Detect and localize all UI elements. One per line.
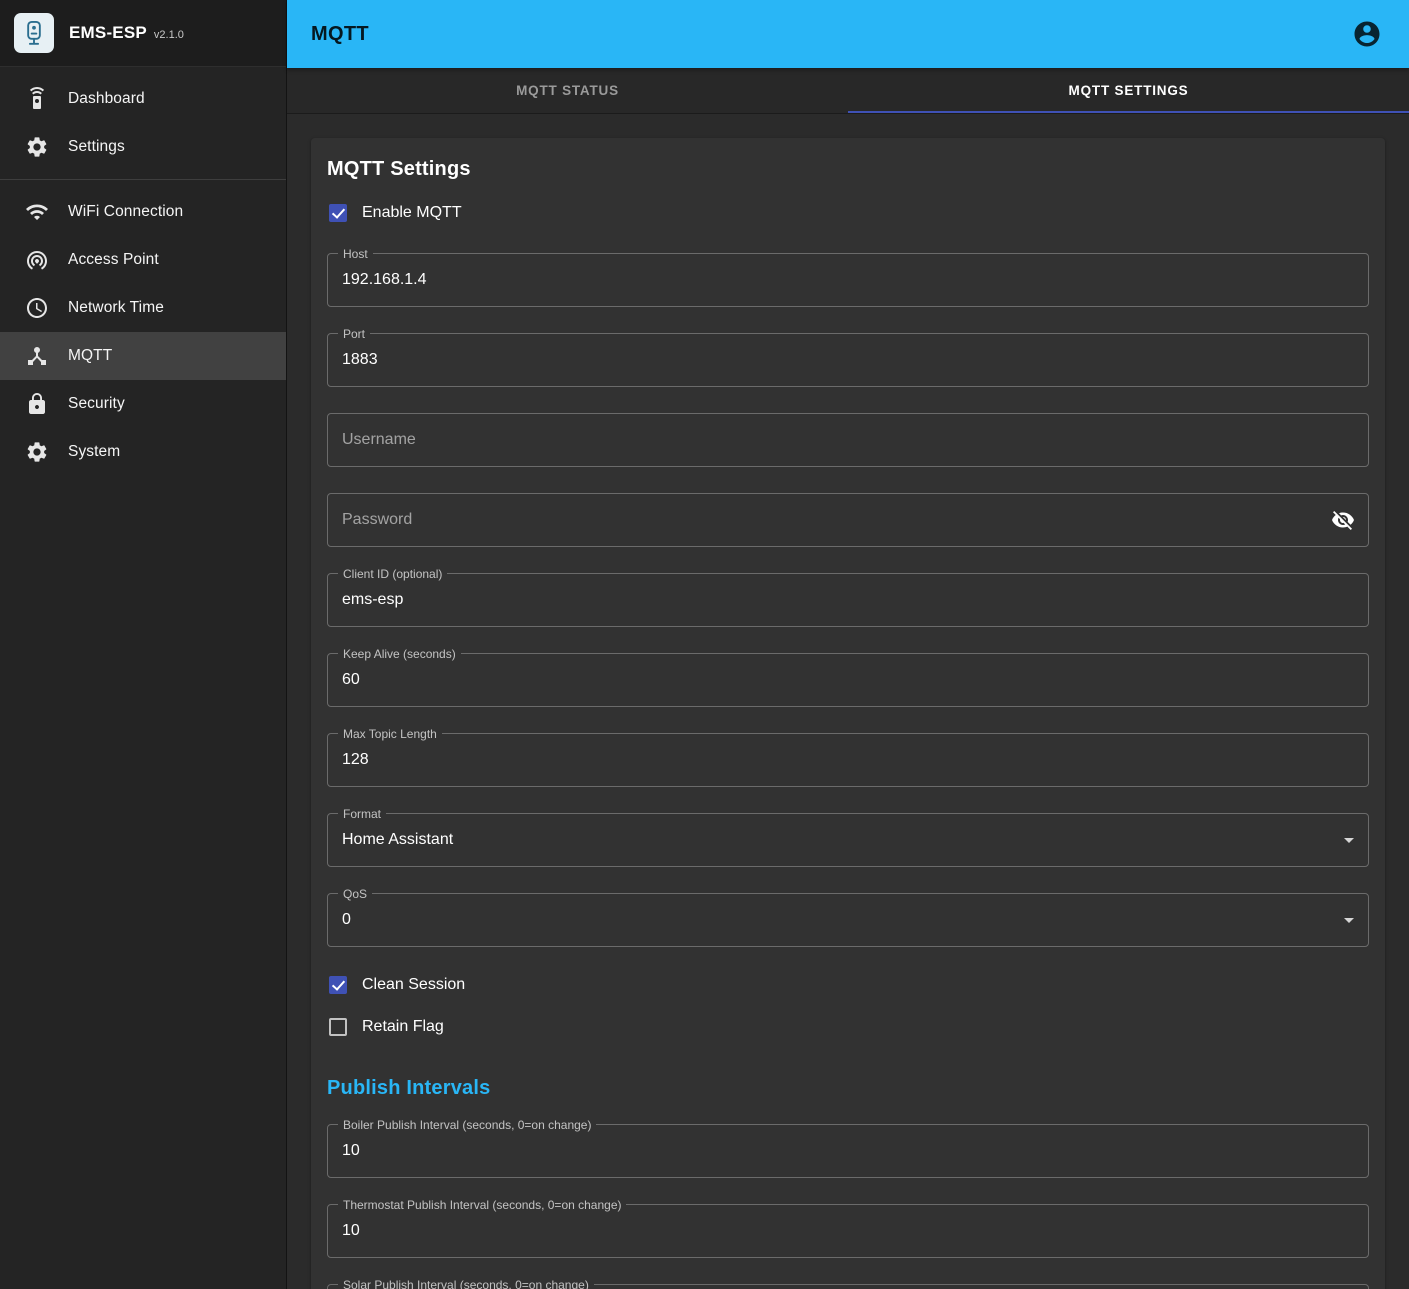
sidebar-item-dashboard[interactable]: Dashboard — [0, 75, 286, 123]
sidebar-item-label: System — [68, 443, 120, 461]
app-logo-icon — [14, 13, 54, 53]
gear-icon — [25, 135, 49, 159]
thermostat-publish-interval-label: Thermostat Publish Interval (seconds, 0=… — [338, 1197, 626, 1213]
device-hub-icon — [25, 344, 49, 368]
clean-session-checkbox[interactable] — [329, 976, 347, 994]
client-id-field-label: Client ID (optional) — [338, 566, 447, 582]
tab-mqtt-settings[interactable]: MQTT SETTINGS — [848, 68, 1409, 113]
port-input[interactable] — [328, 334, 1368, 386]
sidebar-item-security[interactable]: Security — [0, 380, 286, 428]
format-select[interactable]: Format Home Assistant — [327, 813, 1369, 867]
sidebar-item-mqtt[interactable]: MQTT — [0, 332, 286, 380]
clock-icon — [25, 296, 49, 320]
sidebar-item-label: Access Point — [68, 251, 159, 269]
username-field — [327, 413, 1369, 467]
format-select-label: Format — [338, 806, 386, 822]
remote-device-icon — [25, 87, 49, 111]
sidebar-item-label: Dashboard — [68, 90, 145, 108]
host-field-label: Host — [338, 246, 373, 262]
thermostat-publish-interval-field: Thermostat Publish Interval (seconds, 0=… — [327, 1204, 1369, 1258]
sidebar-item-access-point[interactable]: Access Point — [0, 236, 286, 284]
boiler-publish-interval-field: Boiler Publish Interval (seconds, 0=on c… — [327, 1124, 1369, 1178]
lock-icon — [25, 392, 49, 416]
sidebar-item-system[interactable]: System — [0, 428, 286, 476]
solar-publish-interval-field: Solar Publish Interval (seconds, 0=on ch… — [327, 1284, 1369, 1289]
enable-mqtt-label: Enable MQTT — [362, 204, 462, 222]
sidebar-item-label: Settings — [68, 138, 125, 156]
sidebar-item-label: WiFi Connection — [68, 203, 183, 221]
toggle-password-visibility-button[interactable] — [1322, 499, 1364, 541]
max-topic-length-input[interactable] — [328, 734, 1368, 786]
enable-mqtt-checkbox[interactable] — [329, 204, 347, 222]
max-topic-length-field: Max Topic Length — [327, 733, 1369, 787]
sidebar-secondary-nav: WiFi Connection Access Point Network Tim… — [0, 180, 286, 484]
brand: EMS-ESP v2.1.0 — [0, 0, 286, 67]
dropdown-arrow-icon — [1344, 838, 1354, 843]
port-field: Port — [327, 333, 1369, 387]
retain-flag-row[interactable]: Retain Flag — [327, 1007, 1369, 1047]
card-title: MQTT Settings — [327, 158, 1369, 181]
retain-flag-label: Retain Flag — [362, 1018, 444, 1036]
sidebar: EMS-ESP v2.1.0 Dashboard — [0, 0, 287, 1289]
appbar: MQTT — [287, 0, 1409, 68]
retain-flag-checkbox[interactable] — [329, 1018, 347, 1036]
max-topic-length-field-label: Max Topic Length — [338, 726, 442, 742]
client-id-input[interactable] — [328, 574, 1368, 626]
sidebar-item-wifi-connection[interactable]: WiFi Connection — [0, 188, 286, 236]
content: MQTT Settings Enable MQTT Host Port — [287, 114, 1409, 1289]
boiler-publish-interval-label: Boiler Publish Interval (seconds, 0=on c… — [338, 1117, 596, 1133]
sidebar-primary-nav: Dashboard Settings — [0, 67, 286, 179]
wifi-icon — [25, 200, 49, 224]
wifi-tethering-icon — [25, 248, 49, 272]
host-field: Host — [327, 253, 1369, 307]
keep-alive-input[interactable] — [328, 654, 1368, 706]
enable-mqtt-row[interactable]: Enable MQTT — [327, 193, 1369, 233]
app-root: EMS-ESP v2.1.0 Dashboard — [0, 0, 1409, 1289]
sidebar-item-network-time[interactable]: Network Time — [0, 284, 286, 332]
visibility-off-icon — [1331, 508, 1355, 532]
publish-intervals-title: Publish Intervals — [327, 1077, 1369, 1100]
qos-select[interactable]: QoS 0 — [327, 893, 1369, 947]
format-select-value: Home Assistant — [328, 831, 1344, 849]
app-name: EMS-ESP — [69, 23, 147, 43]
dropdown-arrow-icon — [1344, 918, 1354, 923]
keep-alive-field-label: Keep Alive (seconds) — [338, 646, 461, 662]
main-area: MQTT MQTT STATUS MQTT SETTINGS MQTT Sett… — [287, 0, 1409, 1289]
clean-session-row[interactable]: Clean Session — [327, 965, 1369, 1005]
session-flags-group: Clean Session Retain Flag — [327, 965, 1369, 1047]
host-input[interactable] — [328, 254, 1368, 306]
account-circle-icon — [1352, 19, 1382, 49]
port-field-label: Port — [338, 326, 370, 342]
keep-alive-field: Keep Alive (seconds) — [327, 653, 1369, 707]
sidebar-item-settings[interactable]: Settings — [0, 123, 286, 171]
solar-publish-interval-label: Solar Publish Interval (seconds, 0=on ch… — [338, 1277, 594, 1289]
qos-select-label: QoS — [338, 886, 372, 902]
password-field — [327, 493, 1369, 547]
tab-mqtt-status[interactable]: MQTT STATUS — [287, 68, 848, 113]
username-input[interactable] — [328, 414, 1368, 466]
sidebar-item-label: Security — [68, 395, 125, 413]
app-version: v2.1.0 — [154, 29, 184, 41]
password-input[interactable] — [328, 494, 1322, 546]
sidebar-item-label: MQTT — [68, 347, 112, 365]
qos-select-value: 0 — [328, 911, 1344, 929]
tab-bar: MQTT STATUS MQTT SETTINGS — [287, 68, 1409, 114]
account-button[interactable] — [1349, 16, 1385, 52]
client-id-field: Client ID (optional) — [327, 573, 1369, 627]
clean-session-label: Clean Session — [362, 976, 465, 994]
gear-icon — [25, 440, 49, 464]
mqtt-settings-card: MQTT Settings Enable MQTT Host Port — [311, 138, 1385, 1289]
page-title: MQTT — [311, 23, 369, 46]
sidebar-item-label: Network Time — [68, 299, 164, 317]
